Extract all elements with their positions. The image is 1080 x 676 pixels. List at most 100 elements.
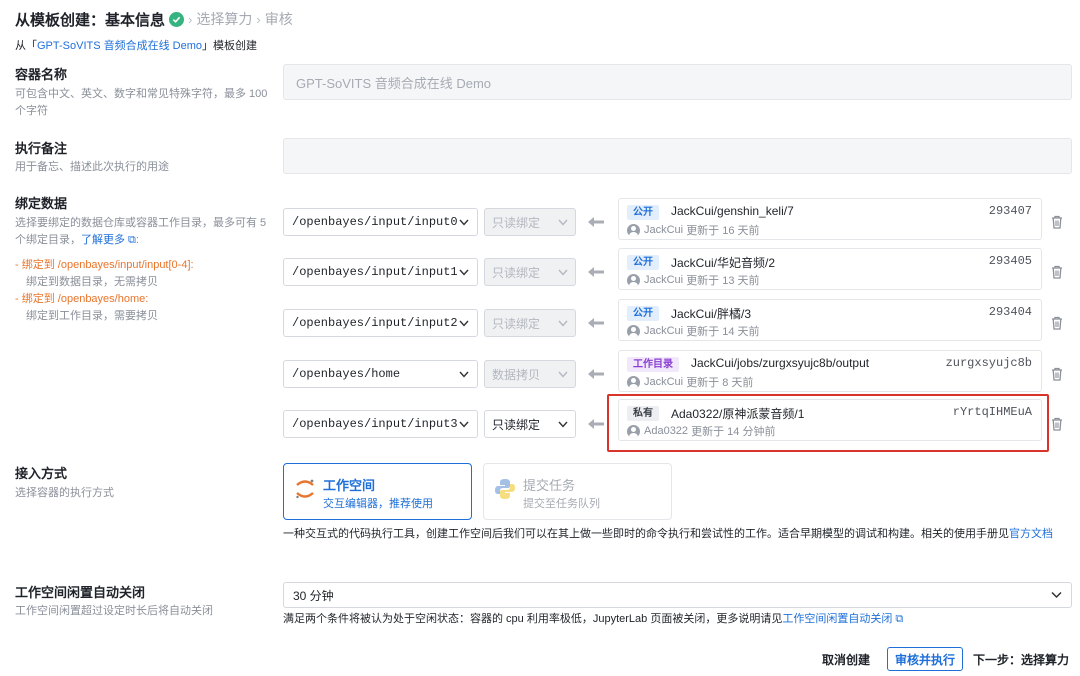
- cancel-button[interactable]: 取消创建: [822, 647, 870, 671]
- dataset-owner: JackCui: [644, 376, 684, 388]
- container-name-title: 容器名称: [15, 67, 68, 82]
- mount-path-select[interactable]: /openbayes/home: [283, 360, 478, 388]
- external-link-icon[interactable]: ⧉: [892, 613, 903, 625]
- workspace-option[interactable]: 工作空间 交互编辑器，推荐使用: [283, 463, 472, 520]
- idle-explain: 满足两个条件将被认为处于空闲状态：容器的 cpu 利用率极低，JupyterLa…: [283, 613, 904, 625]
- dataset-id: 293407: [988, 204, 1032, 218]
- idle-timeout-select[interactable]: 30 分钟: [283, 582, 1072, 608]
- access-desc: 选择容器的执行方式: [15, 487, 114, 499]
- idle-timeout-value: 30 分钟: [293, 588, 334, 603]
- dataset-id: zurgxsyujc8b: [945, 356, 1032, 370]
- step-review[interactable]: 审核: [265, 9, 293, 29]
- trash-icon[interactable]: [1049, 314, 1065, 332]
- idle-desc: 工作空间闲置超过设定时长后将自动关闭: [15, 605, 213, 617]
- visibility-badge: 工作目录: [627, 357, 679, 372]
- idle-doc-link[interactable]: 工作空间闲置自动关闭: [782, 613, 892, 625]
- mount-path-value: /openbayes/input/input0: [292, 215, 458, 229]
- arrow-left-icon: [586, 410, 606, 438]
- mount-path-value: /openbayes/home: [292, 367, 401, 381]
- dataset-owner: JackCui: [644, 325, 684, 337]
- mount-path-value: /openbayes/input/input2: [292, 316, 458, 330]
- bind-mode-select: 只读绑定: [484, 208, 576, 236]
- chevron-down-icon: [459, 219, 469, 226]
- dataset-id: 293404: [988, 305, 1032, 319]
- workspace-sub: 交互编辑器，推荐使用: [323, 498, 433, 510]
- dataset-card[interactable]: 工作目录 JackCui/jobs/zurgxsyujc8b/output zu…: [618, 350, 1042, 392]
- arrow-left-icon: [586, 258, 606, 286]
- visibility-badge: 公开: [627, 255, 659, 270]
- mount-path-select[interactable]: /openbayes/input/input3: [283, 410, 478, 438]
- mount-path-select[interactable]: /openbayes/input/input2: [283, 309, 478, 337]
- dataset-meta: JackCui 更新于 14 天前: [627, 323, 760, 339]
- jupyter-icon: [296, 479, 314, 499]
- access-explain: 一种交互式的代码执行工具，创建工作空间后我们可以在其上做一些即时的命令执行和尝试…: [283, 528, 1053, 540]
- dataset-meta: JackCui 更新于 13 天前: [627, 272, 760, 288]
- container-name-desc: 可包含中文、英文、数字和常见特殊字符，最多 100 个字符: [15, 88, 268, 117]
- dataset-card[interactable]: 公开 JackCui/胖橘/3 293404 JackCui 更新于 14 天前: [618, 299, 1042, 341]
- idle-title: 工作空间闲置自动关闭: [15, 585, 146, 600]
- mount-path-value: /openbayes/input/input1: [292, 265, 458, 279]
- binding-title: 绑定数据: [15, 196, 68, 211]
- trash-icon[interactable]: [1049, 415, 1065, 433]
- bind-mode-value: 只读绑定: [492, 417, 541, 432]
- dataset-meta: JackCui 更新于 16 天前: [627, 222, 760, 238]
- mount-path-select[interactable]: /openbayes/input/input0: [283, 208, 478, 236]
- mount-path-select[interactable]: /openbayes/input/input1: [283, 258, 478, 286]
- learn-more-link[interactable]: 了解更多: [81, 234, 125, 246]
- chevron-down-icon: [459, 371, 469, 378]
- chevron-down-icon: [459, 269, 469, 276]
- chevron-down-icon: [558, 269, 568, 276]
- bind-mode-select[interactable]: 只读绑定: [484, 410, 576, 438]
- template-link[interactable]: GPT-SoVITS 音频合成在线 Demo: [37, 40, 202, 52]
- note-input[interactable]: [283, 138, 1072, 174]
- bind-mode-value: 只读绑定: [492, 215, 541, 230]
- dataset-updated: 更新于 16 天前: [686, 225, 760, 237]
- dataset-meta: JackCui 更新于 8 天前: [627, 374, 753, 390]
- dataset-updated: 更新于 8 天前: [686, 377, 754, 389]
- dataset-updated: 更新于 13 天前: [686, 275, 760, 287]
- dataset-owner: JackCui: [644, 224, 684, 236]
- arrow-left-icon: [586, 360, 606, 388]
- bind-mode-value: 数据拷贝: [492, 367, 541, 382]
- chevron-right-icon: ›: [188, 11, 193, 27]
- dataset-card[interactable]: 公开 JackCui/华妃音频/2 293405 JackCui 更新于 13 …: [618, 248, 1042, 290]
- chevron-down-icon: [558, 421, 568, 428]
- visibility-badge: 公开: [627, 205, 659, 220]
- container-name-input[interactable]: GPT-SoVITS 音频合成在线 Demo: [283, 64, 1072, 100]
- docs-link[interactable]: 官方文档: [1009, 528, 1053, 540]
- submit-task-sub: 提交至任务队列: [523, 498, 600, 510]
- submit-task-option[interactable]: 提交任务 提交至任务队列: [483, 463, 672, 520]
- dataset-name: JackCui/genshin_keli/7: [671, 204, 794, 218]
- chevron-down-icon: [558, 371, 568, 378]
- next-step-button[interactable]: 下一步：选择算力: [970, 647, 1072, 671]
- template-source: 从「GPT-SoVITS 音频合成在线 Demo」模板创建: [15, 40, 258, 52]
- binding-rules: - 绑定到 /openbayes/input/input[0-4]: 绑定到数据…: [15, 259, 194, 322]
- trash-icon[interactable]: [1049, 213, 1065, 231]
- step-select-compute[interactable]: 选择算力: [196, 9, 252, 29]
- dataset-name: JackCui/胖橘/3: [671, 307, 752, 321]
- trash-icon[interactable]: [1049, 263, 1065, 281]
- chevron-down-icon: [558, 219, 568, 226]
- trash-icon[interactable]: [1049, 365, 1065, 383]
- review-execute-button[interactable]: 审核并执行: [887, 647, 963, 671]
- chevron-down-icon: [1051, 591, 1062, 599]
- external-link-icon[interactable]: ⧉: [125, 234, 136, 246]
- workspace-title: 工作空间: [323, 478, 376, 493]
- submit-task-title: 提交任务: [523, 478, 576, 493]
- bind-mode-value: 只读绑定: [492, 265, 541, 280]
- access-title: 接入方式: [15, 466, 68, 481]
- dataset-owner: JackCui: [644, 274, 684, 286]
- mount-path-value: /openbayes/input/input3: [292, 417, 458, 431]
- check-circle-icon: [169, 11, 185, 27]
- avatar-icon: [627, 324, 640, 338]
- dataset-name: JackCui/jobs/zurgxsyujc8b/output: [691, 356, 870, 370]
- dataset-updated: 更新于 14 天前: [686, 326, 760, 338]
- chevron-down-icon: [459, 320, 469, 327]
- python-icon: [495, 479, 515, 499]
- avatar-icon: [627, 273, 640, 287]
- binding-desc: 选择要绑定的数据仓库或容器工作目录，最多可有 5 个绑定目录，了解更多 ⧉:: [15, 217, 267, 246]
- bind-mode-select: 只读绑定: [484, 309, 576, 337]
- dataset-card[interactable]: 公开 JackCui/genshin_keli/7 293407 JackCui…: [618, 198, 1042, 240]
- bind-mode-select: 只读绑定: [484, 258, 576, 286]
- step-header: 从模板创建：基本信息 › 选择算力 › 审核: [15, 8, 293, 30]
